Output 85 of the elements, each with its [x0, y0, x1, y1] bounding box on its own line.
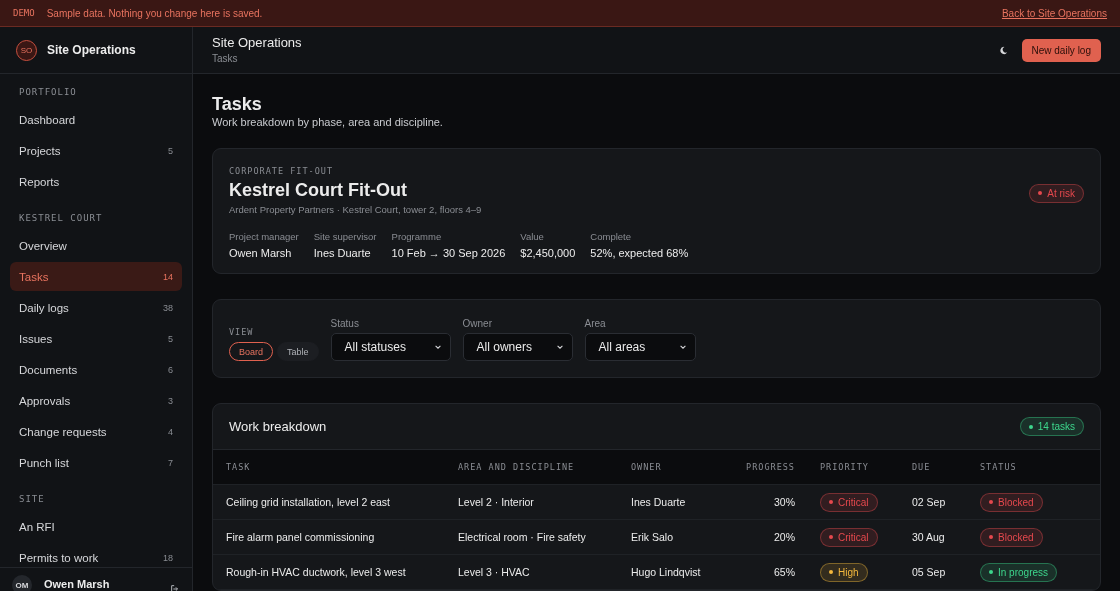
owner-name: Erik Salo: [631, 531, 674, 543]
table-cell-text: Level 2 · Interior: [458, 496, 535, 508]
fact-value: 10 Feb → 30 Sep 2026: [391, 246, 506, 260]
column-header: OWNER: [631, 462, 663, 472]
column-header: PROGRESS: [745, 462, 795, 472]
due-date: 05 Sep: [912, 566, 947, 578]
priority-badge: Critical: [820, 492, 878, 512]
progress-value: 30%: [773, 496, 795, 508]
column-header: STATUS: [980, 462, 1018, 472]
column-header: AREA AND DISCIPLINE: [458, 462, 576, 472]
column-header: TASK: [226, 462, 252, 472]
owner-name: Ines Duarte: [631, 496, 687, 508]
demo-tag: DEMO: [13, 8, 35, 18]
nav-item[interactable]: Overview: [10, 231, 182, 260]
project-category: CORPORATE FIT-OUT: [229, 165, 334, 177]
fact-label: Programme: [391, 230, 443, 243]
moon-icon[interactable]: [998, 45, 1008, 55]
priority-badge: High: [820, 562, 868, 582]
filter-label: Status: [330, 318, 360, 329]
page-subtitle: Work breakdown by phase, area and discipline.: [212, 115, 444, 129]
nav-item[interactable]: Dashboard: [10, 105, 182, 134]
user-name: Owen Marsh: [44, 578, 111, 590]
project-name: Kestrel Court Fit-Out: [229, 179, 408, 201]
progress-value: 20%: [773, 531, 795, 543]
status-badge: At risk: [1029, 183, 1084, 203]
nav-item[interactable]: Issues 5: [10, 324, 182, 353]
filter-dropdown[interactable]: All owners: [462, 333, 573, 361]
column-header: PRIORITY: [819, 462, 870, 472]
column-header: DUE: [912, 462, 932, 472]
table-cell-text: Level 3 · HVAC: [458, 566, 531, 578]
status-badge: Blocked: [980, 527, 1043, 547]
page-title: Tasks: [212, 93, 263, 115]
status-badge: Blocked: [980, 492, 1043, 512]
demo-message: Sample data. Nothing you change here is saved.: [46, 7, 263, 19]
nav-item[interactable]: Daily logs 38: [10, 293, 182, 322]
view-label: VIEW: [229, 327, 255, 337]
due-date: 30 Aug: [912, 531, 946, 543]
user-avatar: OM: [12, 575, 32, 591]
fact-label: Value: [520, 230, 545, 243]
breadcrumb: Tasks: [212, 52, 239, 65]
page-header-title: Site Operations: [212, 35, 302, 51]
task-name: Fire alarm panel commissioning: [226, 531, 376, 543]
progress-value: 65%: [773, 566, 795, 578]
task-name: Rough-in HVAC ductwork, level 3 west: [226, 566, 407, 578]
priority-badge: Critical: [820, 527, 878, 547]
nav-item[interactable]: Permits to work 18: [10, 543, 182, 567]
fact-value: Ines Duarte: [313, 246, 372, 260]
due-date: 02 Sep: [912, 496, 947, 508]
project-client: Ardent Property Partners · Kestrel Court, tower 2, floors 4–9: [229, 203, 483, 216]
brand-avatar: SO: [16, 39, 37, 61]
section-heading: SITE: [18, 493, 46, 505]
nav-item[interactable]: Reports: [10, 167, 182, 196]
fact-value: Owen Marsh: [229, 246, 293, 260]
sign-out-icon[interactable]: [170, 584, 180, 591]
status-badge: In progress: [980, 562, 1058, 582]
fact-label: Site supervisor: [313, 230, 377, 243]
table-cell-text: Electrical room · Fire safety: [458, 531, 587, 543]
nav-item[interactable]: Documents 6: [10, 355, 182, 384]
fact-label: Complete: [590, 230, 633, 243]
fact-label: Project manager: [229, 230, 299, 243]
count-badge: 14 tasks: [1019, 417, 1084, 436]
filter-label: Area: [584, 318, 607, 329]
table-title: Work breakdown: [229, 419, 327, 434]
back-link[interactable]: Back to Site Operations: [1001, 7, 1107, 19]
chevron-down-icon: [555, 343, 564, 351]
filter-label: Owner: [462, 318, 493, 329]
chevron-down-icon: [433, 343, 442, 351]
fact-value: 52%, expected 68%: [590, 246, 689, 260]
filter-dropdown[interactable]: All statuses: [330, 333, 451, 361]
nav-item[interactable]: Projects 5: [10, 136, 182, 165]
nav-item[interactable]: Approvals 3: [10, 386, 182, 415]
nav-item[interactable]: Punch list 7: [10, 448, 182, 477]
fact-value: $2,450,000: [520, 246, 576, 260]
task-name: Ceiling grid installation, level 2 east: [226, 496, 391, 508]
nav-item[interactable]: Change requests 4: [10, 417, 182, 446]
nav-item[interactable]: An RFI: [10, 512, 182, 541]
new-daily-log-button[interactable]: New daily log: [1021, 38, 1101, 62]
chevron-down-icon: [678, 343, 687, 351]
section-heading: PORTFOLIO: [18, 86, 78, 98]
brand-name: Site Operations: [47, 43, 136, 57]
view-toggle[interactable]: Table: [277, 342, 319, 361]
section-heading: KESTREL COURT: [18, 212, 104, 224]
owner-name: Hugo Lindqvist: [631, 566, 702, 578]
filter-dropdown[interactable]: All areas: [584, 333, 696, 361]
nav-item[interactable]: Tasks 14: [10, 262, 182, 291]
